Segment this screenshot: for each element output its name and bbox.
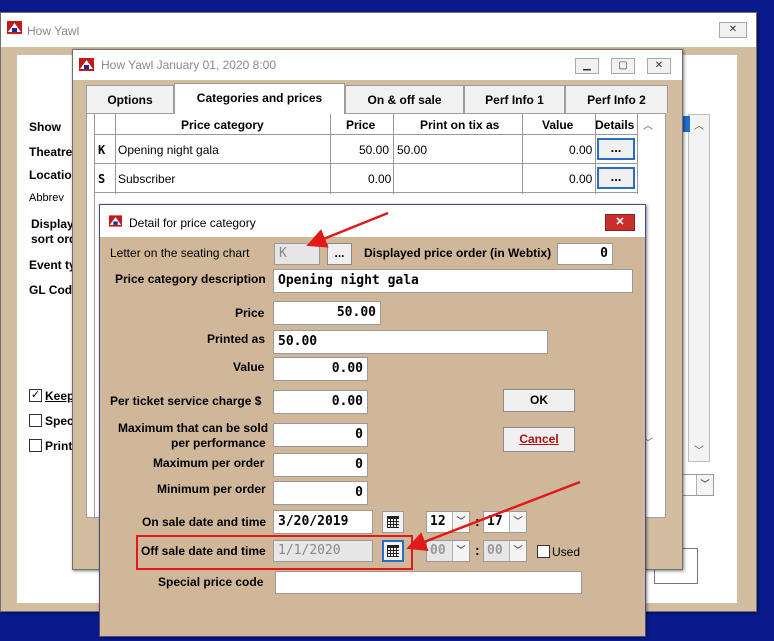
- annotation-arrows: [306, 211, 581, 551]
- arrow-to-off-sale-calendar: [406, 480, 581, 551]
- tab-categories-and-prices[interactable]: Categories and prices: [174, 83, 345, 114]
- arrow-to-letter-field: [306, 211, 389, 248]
